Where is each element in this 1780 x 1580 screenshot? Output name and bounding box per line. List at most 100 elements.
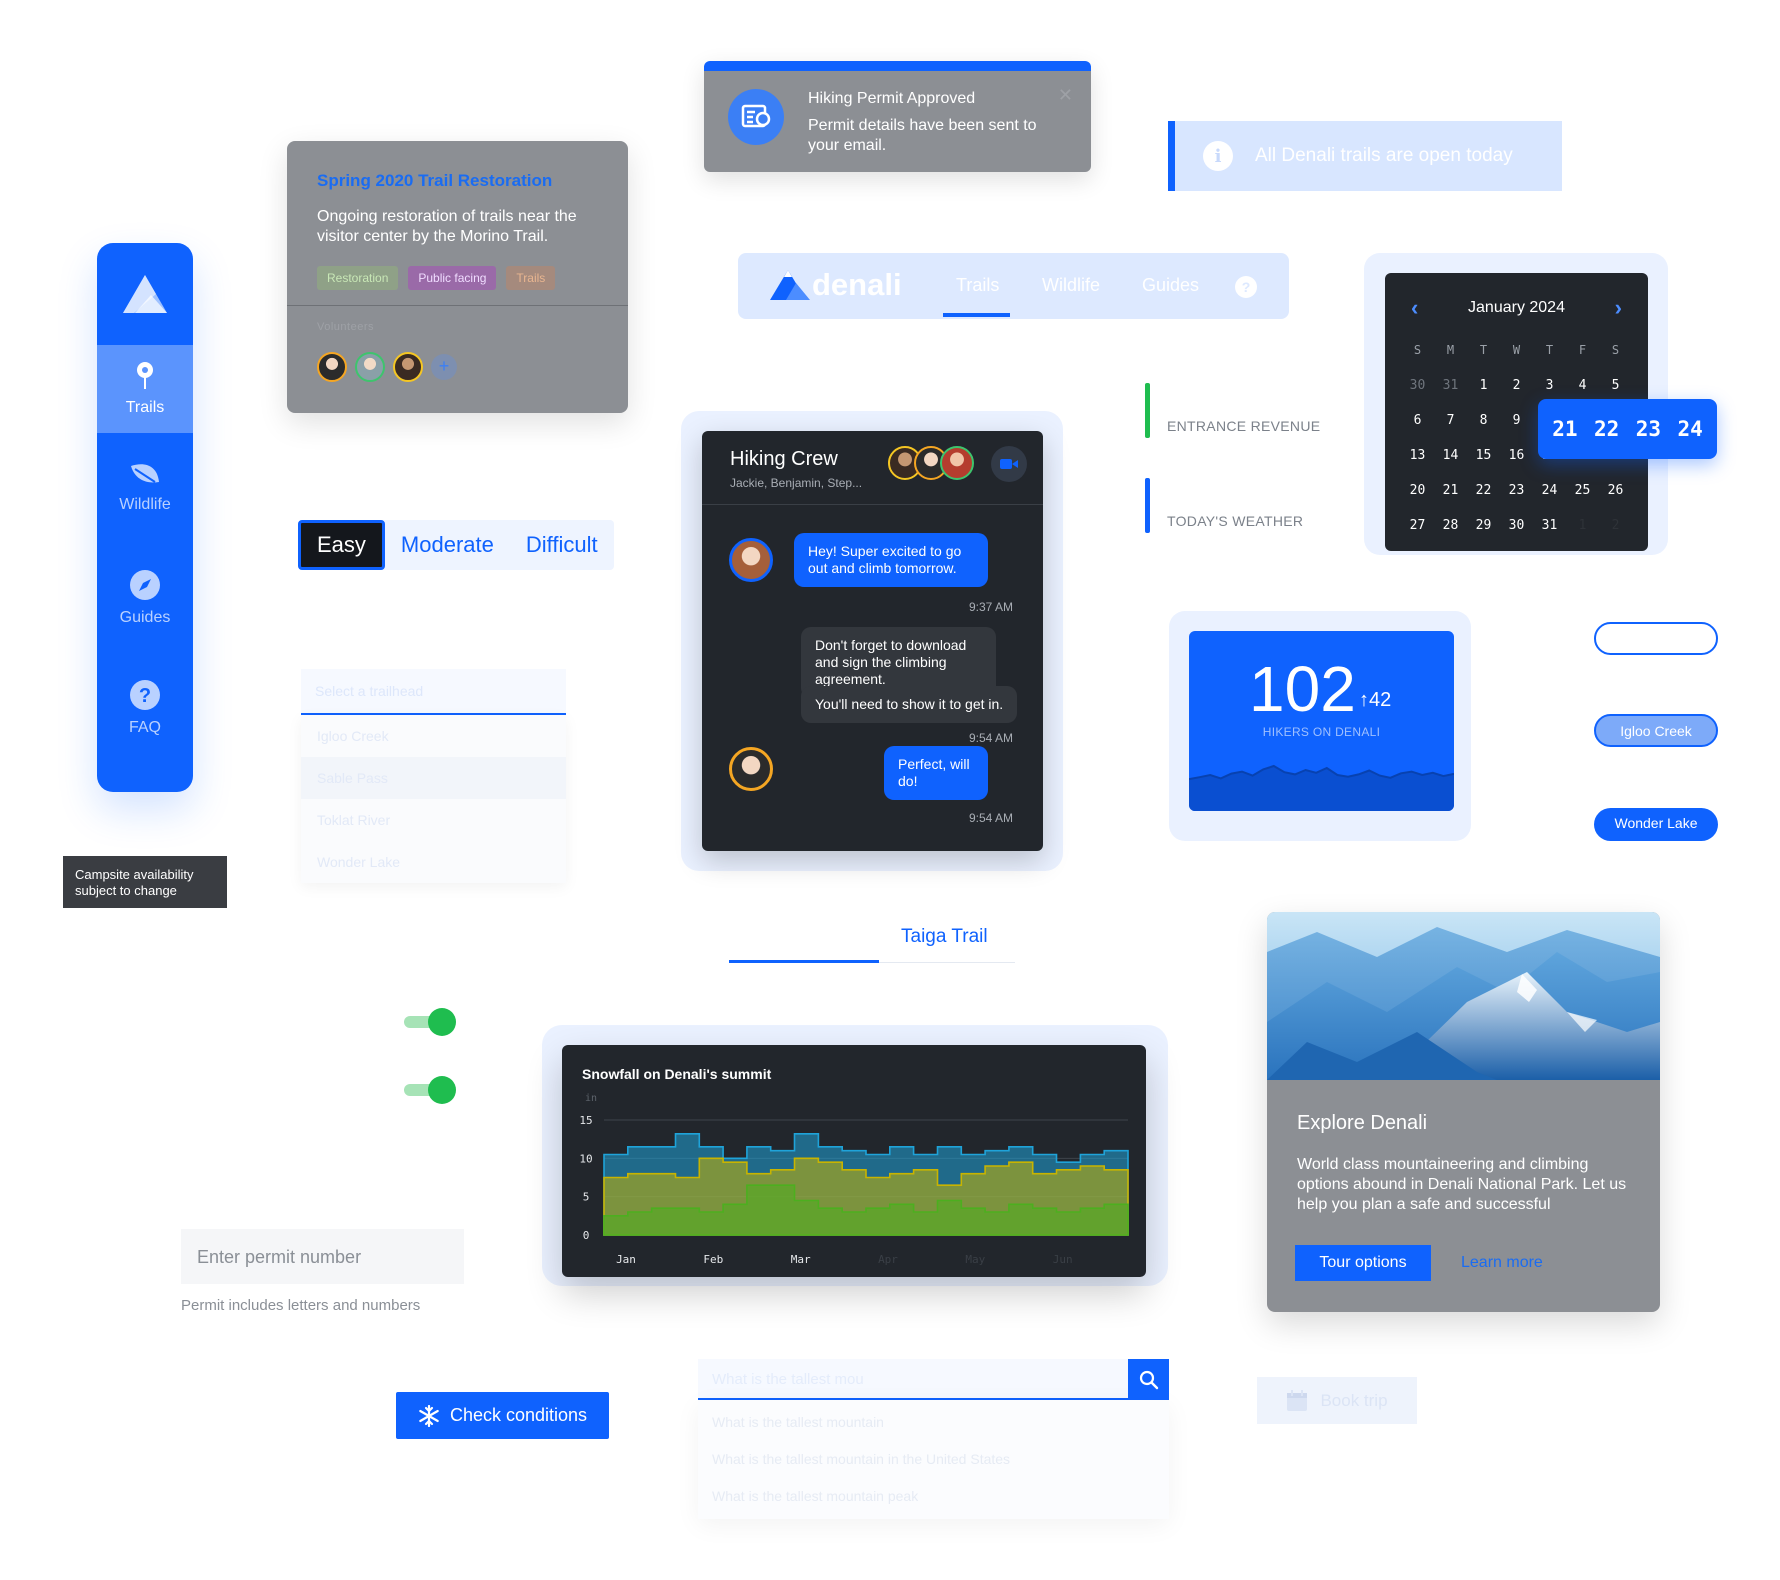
calendar-day[interactable]: 30	[1401, 374, 1434, 397]
dropdown-option[interactable]: Sable Pass	[301, 757, 566, 799]
location-pill-igloo-creek[interactable]: Igloo Creek	[1594, 714, 1718, 747]
nav-tab-wildlife[interactable]: Wildlife	[1042, 275, 1100, 296]
permit-number-input[interactable]: Enter permit number	[181, 1229, 464, 1284]
denali-logo[interactable]	[97, 243, 193, 345]
tab-taiga-trail[interactable]: Taiga Trail	[901, 926, 988, 948]
restoration-card[interactable]: Spring 2020 Trail Restoration Ongoing re…	[287, 141, 628, 413]
sidebar-item-trails[interactable]: Trails	[97, 345, 193, 433]
close-icon[interactable]: ✕	[1058, 85, 1073, 106]
dropdown-option[interactable]: Toklat River	[301, 799, 566, 841]
calendar-day[interactable]: 1	[1566, 514, 1599, 537]
permit-icon	[728, 89, 784, 145]
calendar-day[interactable]: 20	[1401, 479, 1434, 502]
avatar[interactable]	[729, 747, 773, 791]
toggle-switch[interactable]	[404, 1074, 456, 1104]
learn-more-link[interactable]: Learn more	[1461, 1245, 1543, 1281]
calendar-day[interactable]: 3	[1533, 374, 1566, 397]
message-time: 9:54 AM	[968, 731, 1013, 745]
calendar-day[interactable]: 31	[1434, 374, 1467, 397]
calendar-day-selected[interactable]: 24	[1677, 417, 1702, 441]
avatar[interactable]	[729, 538, 773, 582]
calendar-day[interactable]: 30	[1500, 514, 1533, 537]
calendar-day[interactable]: 16	[1500, 444, 1533, 467]
search-button[interactable]	[1128, 1359, 1169, 1400]
selected-date-range[interactable]: 21 22 23 24	[1538, 399, 1717, 459]
svg-text:?: ?	[139, 685, 151, 707]
calendar-day[interactable]: 26	[1599, 479, 1632, 502]
toggle-switch[interactable]	[404, 1006, 456, 1036]
explore-description: World class mountaineering and climbing …	[1297, 1156, 1627, 1213]
difficulty-option-difficult[interactable]: Difficult	[510, 520, 614, 570]
location-pill-wonder-lake[interactable]: Wonder Lake	[1594, 808, 1718, 841]
difficulty-option-moderate[interactable]: Moderate	[385, 520, 510, 570]
calendar-day[interactable]: 13	[1401, 444, 1434, 467]
avatar[interactable]	[317, 352, 347, 382]
search-suggestion[interactable]: What is the tallest mountain peak	[698, 1478, 1169, 1515]
section-label: Volunteers	[317, 321, 374, 333]
calendar-day[interactable]: 28	[1434, 514, 1467, 537]
calendar-day-selected[interactable]: 23	[1636, 417, 1661, 441]
help-icon[interactable]: ?	[1235, 276, 1257, 298]
banner-text: All Denali trails are open today	[1255, 145, 1513, 166]
tag-trails[interactable]: Trails	[506, 266, 556, 290]
brand-logo[interactable]: denali	[770, 267, 902, 303]
calendar-day[interactable]: 29	[1467, 514, 1500, 537]
avatar[interactable]	[940, 446, 974, 480]
calendar-day[interactable]: 1	[1467, 374, 1500, 397]
calendar-day[interactable]: 23	[1500, 479, 1533, 502]
sidebar-item-faq[interactable]: ? FAQ	[97, 653, 193, 763]
calendar-day-selected[interactable]: 22	[1594, 417, 1619, 441]
hikers-sparkline	[1189, 764, 1454, 811]
search-suggestion[interactable]: What is the tallest mountain	[698, 1404, 1169, 1441]
nav-tab-trails[interactable]: Trails	[956, 275, 999, 296]
toggle-knob	[428, 1076, 456, 1104]
weekday-label: W	[1512, 343, 1521, 357]
calendar-day[interactable]: 25	[1566, 479, 1599, 502]
calendar-day[interactable]: 31	[1533, 514, 1566, 537]
search-suggestion[interactable]: What is the tallest mountain in the Unit…	[698, 1441, 1169, 1478]
calendar-day[interactable]: 24	[1533, 479, 1566, 502]
add-volunteer-button[interactable]: +	[431, 354, 457, 380]
calendar-day[interactable]: 21	[1434, 479, 1467, 502]
calendar-day-selected[interactable]: 21	[1552, 417, 1577, 441]
calendar-day[interactable]: 5	[1599, 374, 1632, 397]
tag-public-facing[interactable]: Public facing	[408, 266, 497, 290]
message-time: 9:37 AM	[968, 600, 1013, 614]
calendar-day[interactable]: 14	[1434, 444, 1467, 467]
next-month-button[interactable]: ›	[1615, 295, 1622, 321]
dropdown-field[interactable]: Select a trailhead	[301, 669, 566, 715]
dropdown-option[interactable]: Igloo Creek	[301, 715, 566, 757]
tag-restoration[interactable]: Restoration	[317, 266, 399, 290]
difficulty-option-easy[interactable]: Easy	[298, 520, 385, 570]
calendar-day[interactable]: 9	[1500, 409, 1533, 432]
book-trip-button[interactable]: Book trip	[1257, 1377, 1417, 1424]
tour-options-button[interactable]: Tour options	[1295, 1245, 1431, 1281]
check-conditions-button[interactable]: Check conditions	[396, 1392, 609, 1439]
video-call-icon[interactable]	[991, 446, 1027, 482]
search-autocomplete: What is the tallest mou What is the tall…	[698, 1359, 1169, 1519]
dropdown-option[interactable]: Wonder Lake	[301, 841, 566, 883]
calendar-day[interactable]: 2	[1500, 374, 1533, 397]
calendar-day[interactable]: 22	[1467, 479, 1500, 502]
calendar-day[interactable]: 7	[1434, 409, 1467, 432]
calendar-day[interactable]: 27	[1401, 514, 1434, 537]
card-title[interactable]: Spring 2020 Trail Restoration	[317, 171, 552, 191]
location-pill-empty[interactable]	[1594, 622, 1718, 655]
avatar[interactable]	[355, 352, 385, 382]
sidebar-item-wildlife[interactable]: Wildlife	[97, 433, 193, 543]
search-suggestions: What is the tallest mountain What is the…	[698, 1400, 1169, 1519]
calendar-day[interactable]: 15	[1467, 444, 1500, 467]
button-label: Book trip	[1320, 1390, 1388, 1410]
message-time: 9:54 AM	[968, 811, 1013, 825]
calendar-day[interactable]: 6	[1401, 409, 1434, 432]
sidebar-item-guides[interactable]: Guides	[97, 543, 193, 653]
search-input[interactable]: What is the tallest mou	[698, 1359, 1169, 1400]
nav-tab-guides[interactable]: Guides	[1142, 275, 1199, 296]
weekday-label: S	[1413, 343, 1422, 357]
calendar-day[interactable]: 2	[1599, 514, 1632, 537]
calendar-month: January 2024	[1468, 299, 1565, 316]
avatar[interactable]	[393, 352, 423, 382]
map-pin-icon	[137, 362, 153, 389]
calendar-day[interactable]: 8	[1467, 409, 1500, 432]
calendar-day[interactable]: 4	[1566, 374, 1599, 397]
